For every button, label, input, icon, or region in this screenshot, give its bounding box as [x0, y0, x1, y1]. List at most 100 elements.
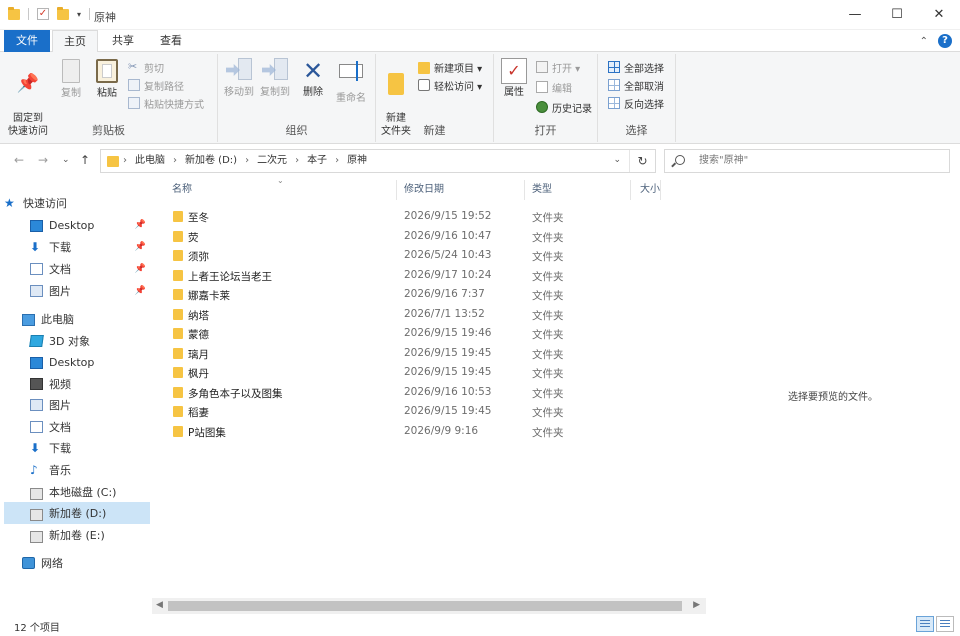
up-arrow-icon[interactable]: ↑: [80, 153, 90, 167]
copy-path-icon: [128, 79, 140, 91]
forward-arrow-icon[interactable]: →: [38, 153, 48, 167]
sidebar-item-quick-access[interactable]: ★ 快速访问: [4, 192, 150, 214]
recent-locations-chevron-icon[interactable]: ⌄: [62, 155, 70, 165]
table-row[interactable]: 多角色本子以及图集 2026/9/16 10:53 文件夹: [164, 383, 704, 402]
column-header-type[interactable]: 类型: [532, 181, 628, 199]
sidebar-item-pc-documents[interactable]: 文档: [4, 416, 150, 438]
file-type: 文件夹: [532, 329, 564, 341]
scroll-left-arrow-icon[interactable]: ◀: [156, 600, 163, 610]
select-none-button[interactable]: 全部取消: [608, 76, 664, 94]
breadcrumb-item[interactable]: 本子: [307, 150, 327, 172]
sidebar-item-documents[interactable]: 文档 📌: [4, 258, 150, 280]
cut-button[interactable]: ✂ 剪切: [128, 58, 164, 76]
sidebar-item-network[interactable]: 网络: [4, 552, 150, 574]
folder-icon: [173, 309, 183, 320]
collapse-ribbon-chevron-icon[interactable]: ⌃: [920, 36, 928, 47]
sidebar-item-videos[interactable]: 视频: [4, 373, 150, 395]
column-header-date[interactable]: 修改日期: [404, 181, 520, 199]
tab-home[interactable]: 主页: [52, 30, 98, 53]
breadcrumb-item[interactable]: 二次元: [257, 150, 287, 172]
back-arrow-icon[interactable]: ←: [14, 153, 24, 167]
table-row[interactable]: 纳塔 2026/7/1 13:52 文件夹: [164, 305, 704, 324]
file-name: 纳塔: [188, 310, 209, 322]
breadcrumb-separator-icon[interactable]: ›: [173, 150, 177, 172]
sidebar-item-desktop[interactable]: Desktop 📌: [4, 214, 150, 236]
pin-icon: 📌: [134, 286, 146, 296]
address-dropdown-chevron-icon[interactable]: ⌄: [613, 155, 621, 165]
column-divider[interactable]: [630, 180, 631, 200]
properties-button[interactable]: ✓ 属性: [500, 58, 528, 99]
sidebar-item-pictures[interactable]: 图片 📌: [4, 280, 150, 302]
new-item-button[interactable]: 新建项目 ▾: [418, 58, 482, 76]
table-row[interactable]: P站图集 2026/9/9 9:16 文件夹: [164, 422, 704, 441]
table-row[interactable]: 上者王论坛当老王 2026/9/17 10:24 文件夹: [164, 266, 704, 285]
paste-shortcut-button[interactable]: 粘贴快捷方式: [128, 94, 204, 112]
refresh-icon[interactable]: ↻: [629, 150, 655, 172]
properties-check-icon[interactable]: ✓: [37, 8, 49, 20]
column-divider[interactable]: [660, 180, 661, 200]
table-row[interactable]: 枫丹 2026/9/15 19:45 文件夹: [164, 363, 704, 382]
copy-button[interactable]: 复制: [54, 58, 88, 100]
easy-access-button[interactable]: 轻松访问 ▾: [418, 76, 482, 94]
preview-empty-text: 选择要预览的文件。: [788, 392, 878, 403]
table-row[interactable]: 稻妻 2026/9/15 19:45 文件夹: [164, 402, 704, 421]
table-row[interactable]: 须弥 2026/5/24 10:43 文件夹: [164, 246, 704, 265]
close-button[interactable]: ✕: [918, 0, 960, 30]
column-divider[interactable]: [524, 180, 525, 200]
scroll-right-arrow-icon[interactable]: ▶: [693, 600, 700, 610]
sidebar-item-pc-downloads[interactable]: ⬇ 下载: [4, 437, 150, 459]
move-to-button[interactable]: 移动到: [222, 58, 256, 99]
tab-view[interactable]: 查看: [148, 30, 194, 52]
table-row[interactable]: 娜嘉卡莱 2026/9/16 7:37 文件夹: [164, 285, 704, 304]
delete-button[interactable]: ✕ 删除: [298, 58, 328, 99]
large-icons-view-icon[interactable]: [936, 616, 954, 632]
maximize-button[interactable]: ☐: [876, 0, 918, 30]
open-button[interactable]: 打开 ▾: [536, 58, 580, 76]
folder-icon: [173, 289, 183, 300]
copy-to-button[interactable]: 复制到: [258, 58, 292, 99]
breadcrumb-item[interactable]: 原神: [347, 150, 367, 172]
copy-path-button[interactable]: 复制路径: [128, 76, 184, 94]
column-divider[interactable]: [396, 180, 397, 200]
breadcrumb-item[interactable]: 新加卷 (D:): [185, 150, 237, 172]
sidebar-item-drive-c[interactable]: 本地磁盘 (C:): [4, 481, 150, 503]
paste-button[interactable]: 粘贴: [90, 58, 124, 100]
breadcrumb-item[interactable]: 此电脑: [135, 150, 165, 172]
edit-button[interactable]: 编辑: [536, 78, 572, 96]
select-all-button[interactable]: 全部选择: [608, 58, 664, 76]
address-bar[interactable]: › 此电脑 › 新加卷 (D:) › 二次元 › 本子 › 原神 ⌄ ↻: [100, 149, 656, 173]
scrollbar-thumb[interactable]: [168, 601, 682, 611]
horizontal-scrollbar[interactable]: ◀ ▶: [152, 598, 706, 614]
tab-file[interactable]: 文件: [4, 30, 50, 52]
sidebar-item-pc-desktop[interactable]: Desktop: [4, 351, 150, 373]
breadcrumb-separator-icon[interactable]: ›: [295, 150, 299, 172]
open-label: 打开 ▾: [552, 63, 581, 75]
rename-button[interactable]: 重命名: [332, 58, 370, 105]
network-icon: [22, 557, 35, 569]
sidebar-item-3d-objects[interactable]: 3D 对象: [4, 330, 150, 352]
minimize-button[interactable]: —: [834, 0, 876, 30]
details-view-icon[interactable]: [916, 616, 934, 632]
new-folder-icon[interactable]: [57, 6, 69, 20]
table-row[interactable]: 至冬 2026/9/15 19:52 文件夹: [164, 207, 704, 226]
table-row[interactable]: 荧 2026/9/16 10:47 文件夹: [164, 227, 704, 246]
breadcrumb-separator-icon[interactable]: ›: [123, 150, 127, 172]
sidebar-item-this-pc[interactable]: 此电脑: [4, 308, 150, 330]
tab-share[interactable]: 共享: [100, 30, 146, 52]
sidebar-item-pc-pictures[interactable]: 图片: [4, 394, 150, 416]
sidebar-item-downloads[interactable]: ⬇ 下载 📌: [4, 236, 150, 258]
sidebar-item-music[interactable]: ♪ 音乐: [4, 459, 150, 481]
invert-selection-button[interactable]: 反向选择: [608, 94, 664, 112]
search-input[interactable]: 搜索"原神": [664, 149, 950, 173]
customize-toolbar-arrow-icon[interactable]: ▾: [77, 10, 81, 19]
table-row[interactable]: 璃月 2026/9/15 19:45 文件夹: [164, 344, 704, 363]
breadcrumb-separator-icon[interactable]: ›: [335, 150, 339, 172]
breadcrumb-separator-icon[interactable]: ›: [245, 150, 249, 172]
sidebar-item-label: 新加卷 (D:): [49, 507, 107, 520]
sidebar-item-drive-d[interactable]: 新加卷 (D:): [4, 502, 150, 524]
column-header-name[interactable]: 名称: [172, 181, 392, 199]
help-icon[interactable]: ?: [938, 34, 952, 48]
table-row[interactable]: 蒙德 2026/9/15 19:46 文件夹: [164, 324, 704, 343]
history-button[interactable]: 历史记录: [536, 98, 592, 116]
sidebar-item-drive-e[interactable]: 新加卷 (E:): [4, 524, 150, 546]
